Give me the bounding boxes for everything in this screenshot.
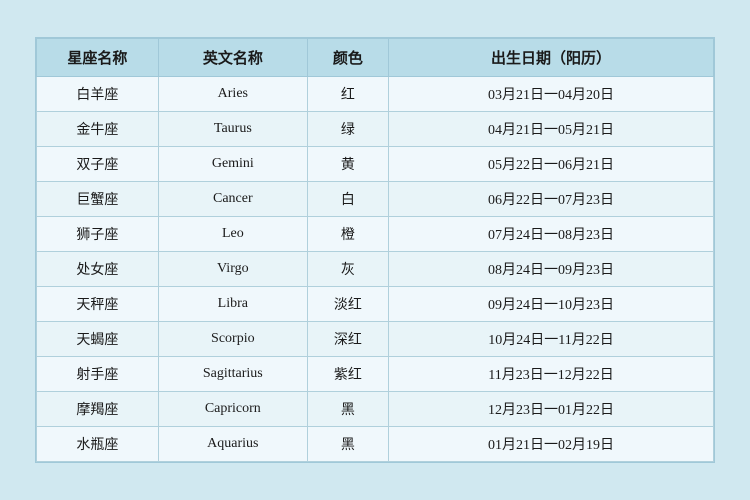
cell-chinese: 双子座 xyxy=(37,147,159,182)
cell-chinese: 天秤座 xyxy=(37,287,159,322)
cell-date: 08月24日一09月23日 xyxy=(389,252,714,287)
cell-english: Capricorn xyxy=(158,392,307,427)
cell-color: 黑 xyxy=(307,392,388,427)
cell-date: 12月23日一01月22日 xyxy=(389,392,714,427)
cell-english: Aquarius xyxy=(158,427,307,462)
cell-english: Libra xyxy=(158,287,307,322)
cell-color: 深红 xyxy=(307,322,388,357)
cell-english: Aries xyxy=(158,77,307,112)
cell-chinese: 处女座 xyxy=(37,252,159,287)
table-row: 金牛座Taurus绿04月21日一05月21日 xyxy=(37,112,714,147)
cell-date: 03月21日一04月20日 xyxy=(389,77,714,112)
cell-color: 黑 xyxy=(307,427,388,462)
cell-date: 06月22日一07月23日 xyxy=(389,182,714,217)
cell-chinese: 白羊座 xyxy=(37,77,159,112)
cell-color: 黄 xyxy=(307,147,388,182)
cell-english: Cancer xyxy=(158,182,307,217)
cell-date: 09月24日一10月23日 xyxy=(389,287,714,322)
header-chinese: 星座名称 xyxy=(37,39,159,77)
cell-chinese: 摩羯座 xyxy=(37,392,159,427)
header-date: 出生日期（阳历） xyxy=(389,39,714,77)
cell-chinese: 天蝎座 xyxy=(37,322,159,357)
cell-chinese: 狮子座 xyxy=(37,217,159,252)
cell-chinese: 巨蟹座 xyxy=(37,182,159,217)
table-row: 巨蟹座Cancer白06月22日一07月23日 xyxy=(37,182,714,217)
cell-date: 11月23日一12月22日 xyxy=(389,357,714,392)
table-header-row: 星座名称 英文名称 颜色 出生日期（阳历） xyxy=(37,39,714,77)
cell-date: 04月21日一05月21日 xyxy=(389,112,714,147)
cell-date: 01月21日一02月19日 xyxy=(389,427,714,462)
cell-color: 紫红 xyxy=(307,357,388,392)
cell-english: Scorpio xyxy=(158,322,307,357)
table-row: 双子座Gemini黄05月22日一06月21日 xyxy=(37,147,714,182)
cell-date: 05月22日一06月21日 xyxy=(389,147,714,182)
cell-color: 红 xyxy=(307,77,388,112)
cell-english: Sagittarius xyxy=(158,357,307,392)
cell-date: 10月24日一11月22日 xyxy=(389,322,714,357)
cell-english: Virgo xyxy=(158,252,307,287)
table-row: 狮子座Leo橙07月24日一08月23日 xyxy=(37,217,714,252)
cell-color: 橙 xyxy=(307,217,388,252)
zodiac-table-container: 星座名称 英文名称 颜色 出生日期（阳历） 白羊座Aries红03月21日一04… xyxy=(35,37,715,463)
table-row: 天秤座Libra淡红09月24日一10月23日 xyxy=(37,287,714,322)
zodiac-table: 星座名称 英文名称 颜色 出生日期（阳历） 白羊座Aries红03月21日一04… xyxy=(36,38,714,462)
header-color: 颜色 xyxy=(307,39,388,77)
cell-chinese: 金牛座 xyxy=(37,112,159,147)
table-row: 射手座Sagittarius紫红11月23日一12月22日 xyxy=(37,357,714,392)
cell-chinese: 射手座 xyxy=(37,357,159,392)
cell-chinese: 水瓶座 xyxy=(37,427,159,462)
table-body: 白羊座Aries红03月21日一04月20日金牛座Taurus绿04月21日一0… xyxy=(37,77,714,462)
header-english: 英文名称 xyxy=(158,39,307,77)
cell-color: 绿 xyxy=(307,112,388,147)
table-row: 摩羯座Capricorn黑12月23日一01月22日 xyxy=(37,392,714,427)
table-row: 处女座Virgo灰08月24日一09月23日 xyxy=(37,252,714,287)
cell-color: 淡红 xyxy=(307,287,388,322)
cell-color: 灰 xyxy=(307,252,388,287)
table-row: 天蝎座Scorpio深红10月24日一11月22日 xyxy=(37,322,714,357)
table-row: 水瓶座Aquarius黑01月21日一02月19日 xyxy=(37,427,714,462)
cell-english: Leo xyxy=(158,217,307,252)
cell-date: 07月24日一08月23日 xyxy=(389,217,714,252)
cell-english: Gemini xyxy=(158,147,307,182)
cell-english: Taurus xyxy=(158,112,307,147)
cell-color: 白 xyxy=(307,182,388,217)
table-row: 白羊座Aries红03月21日一04月20日 xyxy=(37,77,714,112)
